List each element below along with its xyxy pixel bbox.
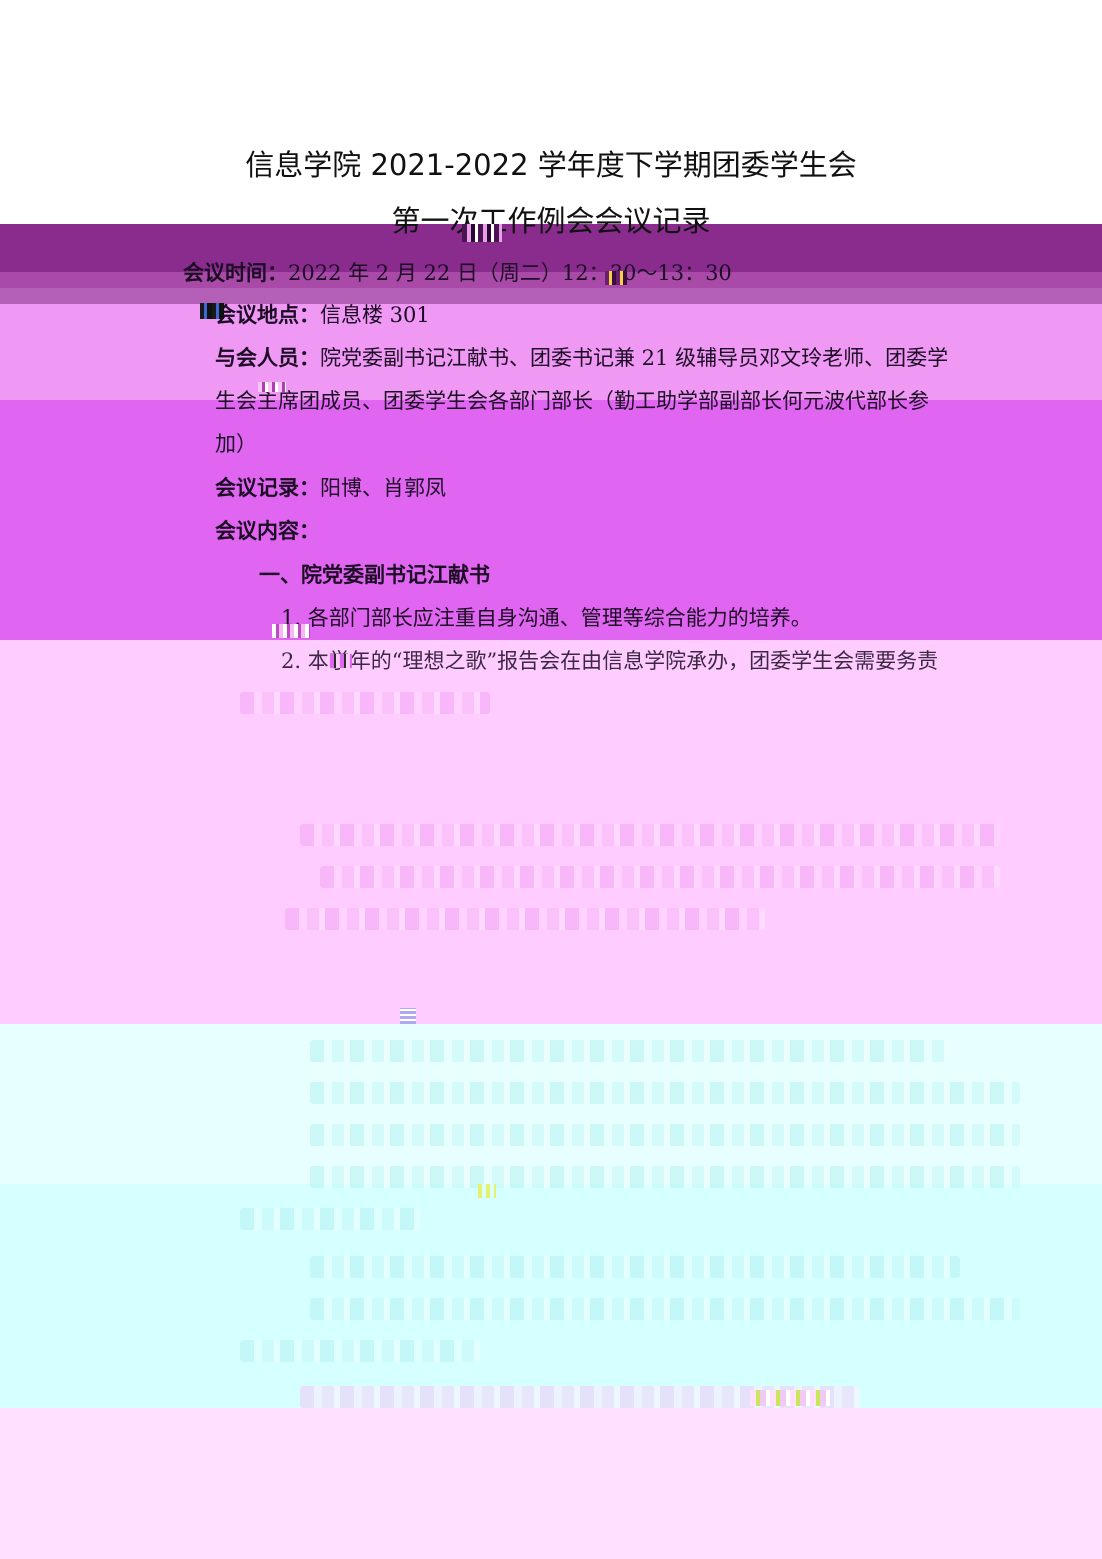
attendees-row: 与会人员：院党委副书记江献书、团委书记兼 21 级辅导员邓文玲老师、团委学 [215,343,948,373]
faded-text-row [310,1040,950,1062]
scan-artifact [272,624,310,638]
faded-text-row [240,1340,480,1362]
recorder-label: 会议记录： [215,475,320,500]
section-1-item-1: 1. 各部门部长应注重自身沟通、管理等综合能力的培养。 [281,606,812,630]
meeting-time-label: 会议时间： [183,260,288,285]
faded-text-row [310,1298,1020,1320]
meeting-time-row: 会议时间：2022 年 2 月 22 日（周二）12：30～13：30 [183,258,732,288]
recorder-value: 阳博、肖郭凤 [320,476,446,500]
faded-text-row [310,1124,1020,1146]
meeting-place-value: 信息楼 301 [320,303,430,327]
meeting-place-label: 会议地点： [215,302,320,327]
scan-artifact [462,224,502,242]
scan-artifact [258,382,286,392]
attendees-value-line-2: 生会主席团成员、团委学生会各部门部长（勤工助学部副部长何元波代部长参 [215,389,929,413]
scan-artifact [400,1008,416,1024]
meeting-content-label: 会议内容： [215,518,320,543]
attendees-value-line-3: 加） [215,432,257,456]
document-title-line-2: 第一次工作例会会议记录 [391,204,711,238]
document-title-line-1: 信息学院 2021-2022 学年度下学期团委学生会 [245,148,857,182]
faded-text-row [310,1166,1020,1188]
section-1-item-2: 2. 本学年的“理想之歌”报告会在由信息学院承办，团委学生会需要务责 [281,649,939,673]
attendees-value-line-1: 院党委副书记江献书、团委书记兼 21 级辅导员邓文玲老师、团委学 [320,346,949,370]
color-band-lavender [0,1408,1102,1559]
scan-artifact [478,1184,496,1198]
faded-text-row [285,908,765,930]
faded-text-row [240,1208,420,1230]
scan-artifact [200,303,224,319]
recorder-row: 会议记录：阳博、肖郭凤 [215,473,446,503]
meeting-place-row: 会议地点：信息楼 301 [215,300,430,330]
color-band-mauve [0,288,1102,304]
scan-artifact [605,271,627,285]
faded-text-row [320,866,1000,888]
faded-text-row [300,824,1000,846]
section-1-heading: 一、院党委副书记江献书 [259,562,490,587]
faded-text-row [310,1082,1020,1104]
scan-artifact [330,654,352,668]
faded-text-row [240,692,490,714]
attendees-label: 与会人员： [215,345,320,370]
scan-artifact [750,1390,830,1406]
color-band-cyan [0,1184,1102,1408]
faded-text-row [310,1256,960,1278]
meeting-time-value: 2022 年 2 月 22 日（周二）12：30～13：30 [288,261,732,285]
